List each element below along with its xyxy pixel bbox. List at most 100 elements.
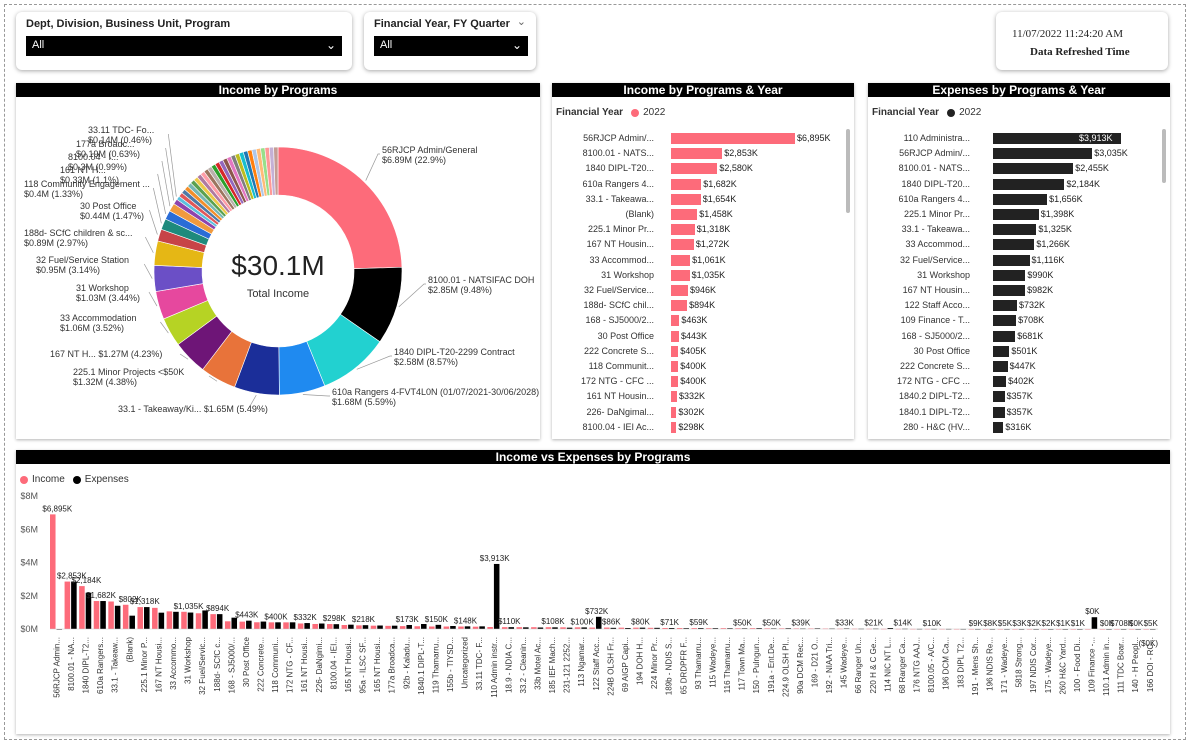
expenses-bar[interactable] <box>187 612 194 629</box>
expenses-bar[interactable] <box>275 622 281 629</box>
income-bar[interactable] <box>370 625 377 629</box>
income-bar[interactable] <box>414 626 421 629</box>
expenses-bar[interactable] <box>100 601 106 629</box>
expenses-bar[interactable] <box>377 625 383 629</box>
expenses-bar[interactable] <box>450 626 456 629</box>
bar[interactable] <box>993 193 1048 205</box>
income-bar[interactable] <box>429 626 435 629</box>
income-bar[interactable] <box>152 607 158 629</box>
income-bar[interactable] <box>122 604 129 629</box>
bar[interactable] <box>671 193 701 205</box>
expenses-bar[interactable] <box>348 624 354 629</box>
income-bar[interactable] <box>399 626 406 629</box>
bar[interactable] <box>993 361 1008 372</box>
bar[interactable] <box>671 421 677 433</box>
bar[interactable] <box>993 269 1026 281</box>
expenses-bar[interactable] <box>595 616 602 629</box>
bar[interactable] <box>671 345 679 357</box>
bar[interactable] <box>993 300 1017 312</box>
expenses-bar[interactable] <box>304 623 310 629</box>
expenses-bar[interactable] <box>144 607 150 629</box>
expenses-bar[interactable] <box>173 611 179 629</box>
income-bar[interactable] <box>458 626 464 629</box>
income-bar[interactable] <box>283 622 289 629</box>
expenses-bar[interactable] <box>260 621 267 629</box>
bar[interactable] <box>671 209 698 220</box>
income-bar[interactable] <box>181 611 187 629</box>
slicer-fy-dropdown[interactable]: All ⌄ <box>374 36 528 56</box>
income-bar[interactable] <box>137 607 144 629</box>
income-bar[interactable] <box>341 625 348 629</box>
bar[interactable] <box>993 254 1030 266</box>
bar[interactable] <box>993 239 1035 251</box>
bar[interactable] <box>671 330 679 342</box>
bar[interactable] <box>671 224 695 236</box>
expenses-year-scrollbar[interactable] <box>1162 129 1166 183</box>
expenses-bar[interactable] <box>289 622 296 629</box>
bar[interactable] <box>993 224 1037 236</box>
expenses-bar[interactable] <box>114 605 121 629</box>
income-bar[interactable] <box>224 621 231 629</box>
income-bar[interactable] <box>385 625 391 629</box>
income-year-scrollbar[interactable] <box>846 129 850 213</box>
bar[interactable] <box>671 391 677 403</box>
bar[interactable] <box>993 406 1005 418</box>
bar[interactable] <box>671 133 795 144</box>
bar[interactable] <box>671 269 690 281</box>
bar[interactable] <box>993 315 1017 327</box>
bar[interactable] <box>993 345 1010 357</box>
income-bar[interactable] <box>254 622 260 629</box>
bar[interactable] <box>993 178 1065 190</box>
bar[interactable] <box>671 163 718 175</box>
income-bar[interactable] <box>327 624 333 629</box>
bar[interactable] <box>993 209 1039 220</box>
income-bar[interactable] <box>268 622 275 629</box>
income-bar[interactable] <box>210 614 216 629</box>
bar[interactable] <box>671 285 688 296</box>
income-bar[interactable] <box>297 623 304 629</box>
bar[interactable] <box>993 391 1005 403</box>
income-bar[interactable] <box>93 601 100 629</box>
expenses-bar[interactable] <box>479 626 485 629</box>
expenses-bar[interactable] <box>362 625 369 629</box>
income-bar[interactable] <box>239 621 246 629</box>
expenses-bar[interactable] <box>333 624 340 629</box>
income-bar[interactable] <box>64 581 71 629</box>
income-bar[interactable] <box>166 611 173 629</box>
income-bar[interactable] <box>195 613 202 629</box>
bar[interactable] <box>993 285 1026 296</box>
bar[interactable] <box>671 376 679 388</box>
bar[interactable] <box>671 148 723 160</box>
slicer-dept-dropdown[interactable]: All ⌄ <box>26 36 342 56</box>
bar[interactable] <box>671 300 688 312</box>
expenses-bar[interactable] <box>1091 617 1098 629</box>
bar[interactable] <box>671 361 679 372</box>
slicer-fy-expand-icon[interactable]: ⌄ <box>517 15 526 28</box>
expenses-bar[interactable] <box>435 624 442 629</box>
expenses-bar[interactable] <box>318 623 325 629</box>
expenses-bar[interactable] <box>406 625 412 629</box>
bar[interactable] <box>671 239 694 251</box>
expenses-bar[interactable] <box>246 620 252 629</box>
bar[interactable] <box>671 315 680 327</box>
income-bar[interactable] <box>50 514 56 629</box>
income-bar[interactable] <box>312 623 318 629</box>
bar[interactable] <box>993 330 1016 342</box>
expenses-bar[interactable] <box>202 610 208 629</box>
expenses-bar[interactable] <box>129 615 135 629</box>
income-bar[interactable] <box>356 625 362 629</box>
income-bar[interactable] <box>443 626 450 629</box>
income-bar[interactable] <box>79 586 85 629</box>
expenses-bar[interactable] <box>158 612 165 629</box>
expenses-bar[interactable] <box>216 614 223 629</box>
expenses-bar[interactable] <box>71 581 77 629</box>
bar[interactable] <box>993 421 1004 433</box>
bar[interactable] <box>671 178 702 190</box>
expenses-bar[interactable] <box>464 626 471 629</box>
expenses-bar[interactable] <box>391 625 398 629</box>
expenses-bar[interactable] <box>421 624 427 629</box>
income-bar[interactable] <box>472 626 479 629</box>
bar[interactable] <box>993 163 1074 175</box>
income-bar[interactable] <box>108 601 114 629</box>
bar[interactable] <box>671 406 677 418</box>
